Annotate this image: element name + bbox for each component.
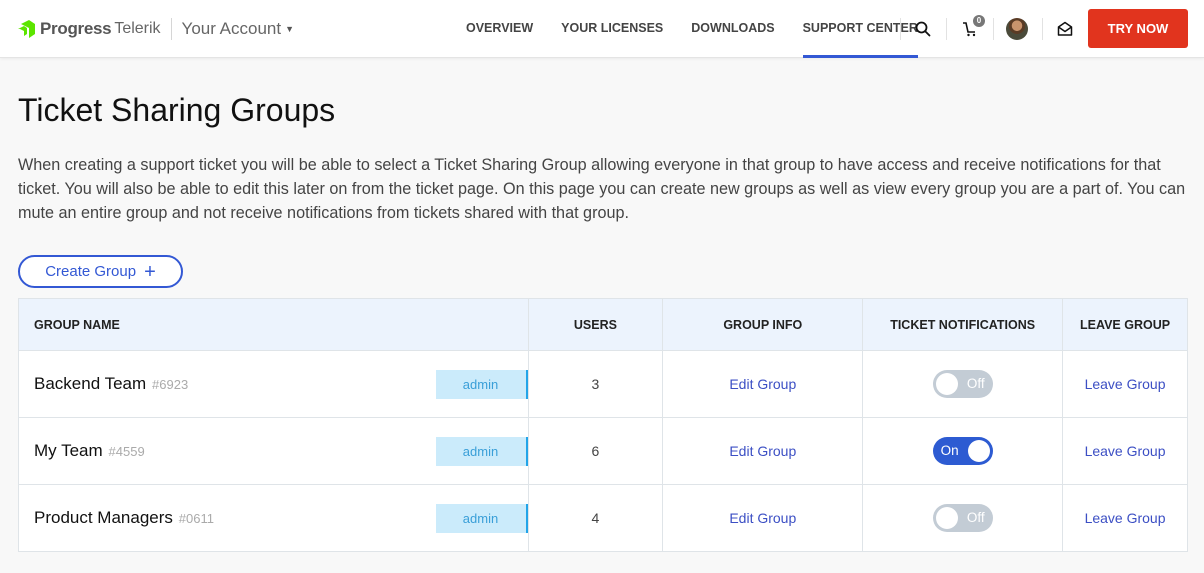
leave-group-link[interactable]: Leave Group	[1085, 510, 1166, 526]
account-dropdown[interactable]: Your Account ▼	[182, 19, 294, 39]
column-header-group-name: GROUP NAME	[18, 298, 529, 351]
column-header-group-info: GROUP INFO	[662, 298, 864, 351]
cart-button[interactable]: 0	[955, 0, 985, 58]
groups-table: GROUP NAME USERS GROUP INFO TICKET NOTIF…	[18, 298, 1188, 552]
leave-group-cell: Leave Group	[1062, 484, 1188, 552]
toggle-knob	[967, 440, 990, 462]
account-label: Your Account	[181, 19, 282, 38]
brand-primary: Progress	[40, 19, 112, 38]
column-header-users: USERS	[527, 298, 664, 351]
notifications-cell: Off	[862, 350, 1064, 418]
avatar	[1006, 18, 1028, 40]
group-id: #4559	[108, 444, 145, 459]
role-badge: admin	[435, 504, 528, 533]
progress-logo-icon	[18, 20, 35, 38]
group-id: #6923	[152, 377, 189, 392]
group-info-cell: Edit Group	[662, 484, 864, 552]
create-group-label: Create Group	[45, 263, 137, 280]
leave-group-cell: Leave Group	[1062, 350, 1188, 418]
toggle-state: Off	[966, 510, 985, 525]
divider	[1042, 18, 1043, 40]
users-count: 6	[527, 417, 664, 485]
mail-icon	[1057, 21, 1073, 36]
group-info-cell: Edit Group	[662, 350, 864, 418]
user-menu[interactable]	[1005, 0, 1029, 58]
messages-button[interactable]	[1053, 0, 1077, 58]
caret-down-icon: ▼	[285, 24, 295, 34]
divider	[170, 18, 172, 40]
brand-logo[interactable]: Progress Telerik Your Account ▼	[18, 16, 294, 42]
group-name-cell: Backend Team #6923 admin	[18, 350, 529, 418]
cart-count-badge: 0	[973, 15, 985, 27]
page-title: Ticket Sharing Groups	[18, 92, 336, 128]
edit-group-link[interactable]: Edit Group	[729, 376, 796, 392]
plus-icon: +	[144, 260, 156, 283]
group-name: Backend Team	[34, 374, 147, 393]
group-name: Product Managers	[34, 508, 173, 527]
top-navigation-bar: Progress Telerik Your Account ▼ OVERVIEW…	[0, 0, 1204, 58]
toggle-knob	[935, 507, 958, 529]
divider	[993, 18, 994, 40]
nav-your-licenses[interactable]: YOUR LICENSES	[561, 0, 663, 58]
leave-group-link[interactable]: Leave Group	[1085, 376, 1166, 392]
intro-text: When creating a support ticket you will …	[18, 156, 1186, 222]
users-count: 3	[527, 350, 664, 418]
leave-group-link[interactable]: Leave Group	[1085, 443, 1166, 459]
table-row: Product Managers #0611 admin 4 Edit Grou…	[18, 484, 1188, 552]
divider	[946, 18, 947, 40]
column-header-ticket-notifications: TICKET NOTIFICATIONS	[862, 298, 1064, 351]
toggle-knob	[935, 373, 958, 395]
create-group-button[interactable]: Create Group +	[18, 255, 183, 288]
group-name: My Team	[34, 441, 103, 460]
group-name-cell: My Team #4559 admin	[18, 417, 529, 485]
nav-downloads[interactable]: DOWNLOADS	[691, 0, 774, 58]
brand-secondary: Telerik	[114, 20, 161, 37]
table-row: Backend Team #6923 admin 3 Edit Group Of…	[18, 350, 1188, 418]
notifications-cell: On	[862, 417, 1064, 485]
group-id: #0611	[178, 511, 214, 526]
table-header-row: GROUP NAME USERS GROUP INFO TICKET NOTIF…	[18, 298, 1188, 351]
users-count: 4	[527, 484, 664, 552]
notifications-toggle[interactable]: Off	[932, 504, 993, 532]
notifications-toggle[interactable]: Off	[932, 370, 993, 398]
leave-group-cell: Leave Group	[1062, 417, 1188, 485]
search-button[interactable]	[910, 0, 936, 58]
edit-group-link[interactable]: Edit Group	[729, 443, 796, 459]
divider	[900, 18, 901, 40]
role-badge: admin	[435, 437, 528, 466]
toggle-state: On	[940, 443, 959, 458]
nav-overview[interactable]: OVERVIEW	[466, 0, 533, 58]
toggle-state: Off	[966, 376, 985, 391]
edit-group-link[interactable]: Edit Group	[729, 510, 796, 526]
group-info-cell: Edit Group	[662, 417, 864, 485]
notifications-toggle[interactable]: On	[932, 437, 993, 465]
column-header-leave-group: LEAVE GROUP	[1062, 298, 1188, 351]
search-icon	[915, 21, 931, 37]
group-name-cell: Product Managers #0611 admin	[18, 484, 529, 552]
main-nav: OVERVIEW YOUR LICENSES DOWNLOADS SUPPORT…	[466, 0, 946, 58]
try-now-button[interactable]: TRY NOW	[1088, 9, 1188, 48]
table-row: My Team #4559 admin 6 Edit Group On Leav…	[18, 417, 1188, 485]
role-badge: admin	[435, 370, 528, 399]
notifications-cell: Off	[862, 484, 1064, 552]
